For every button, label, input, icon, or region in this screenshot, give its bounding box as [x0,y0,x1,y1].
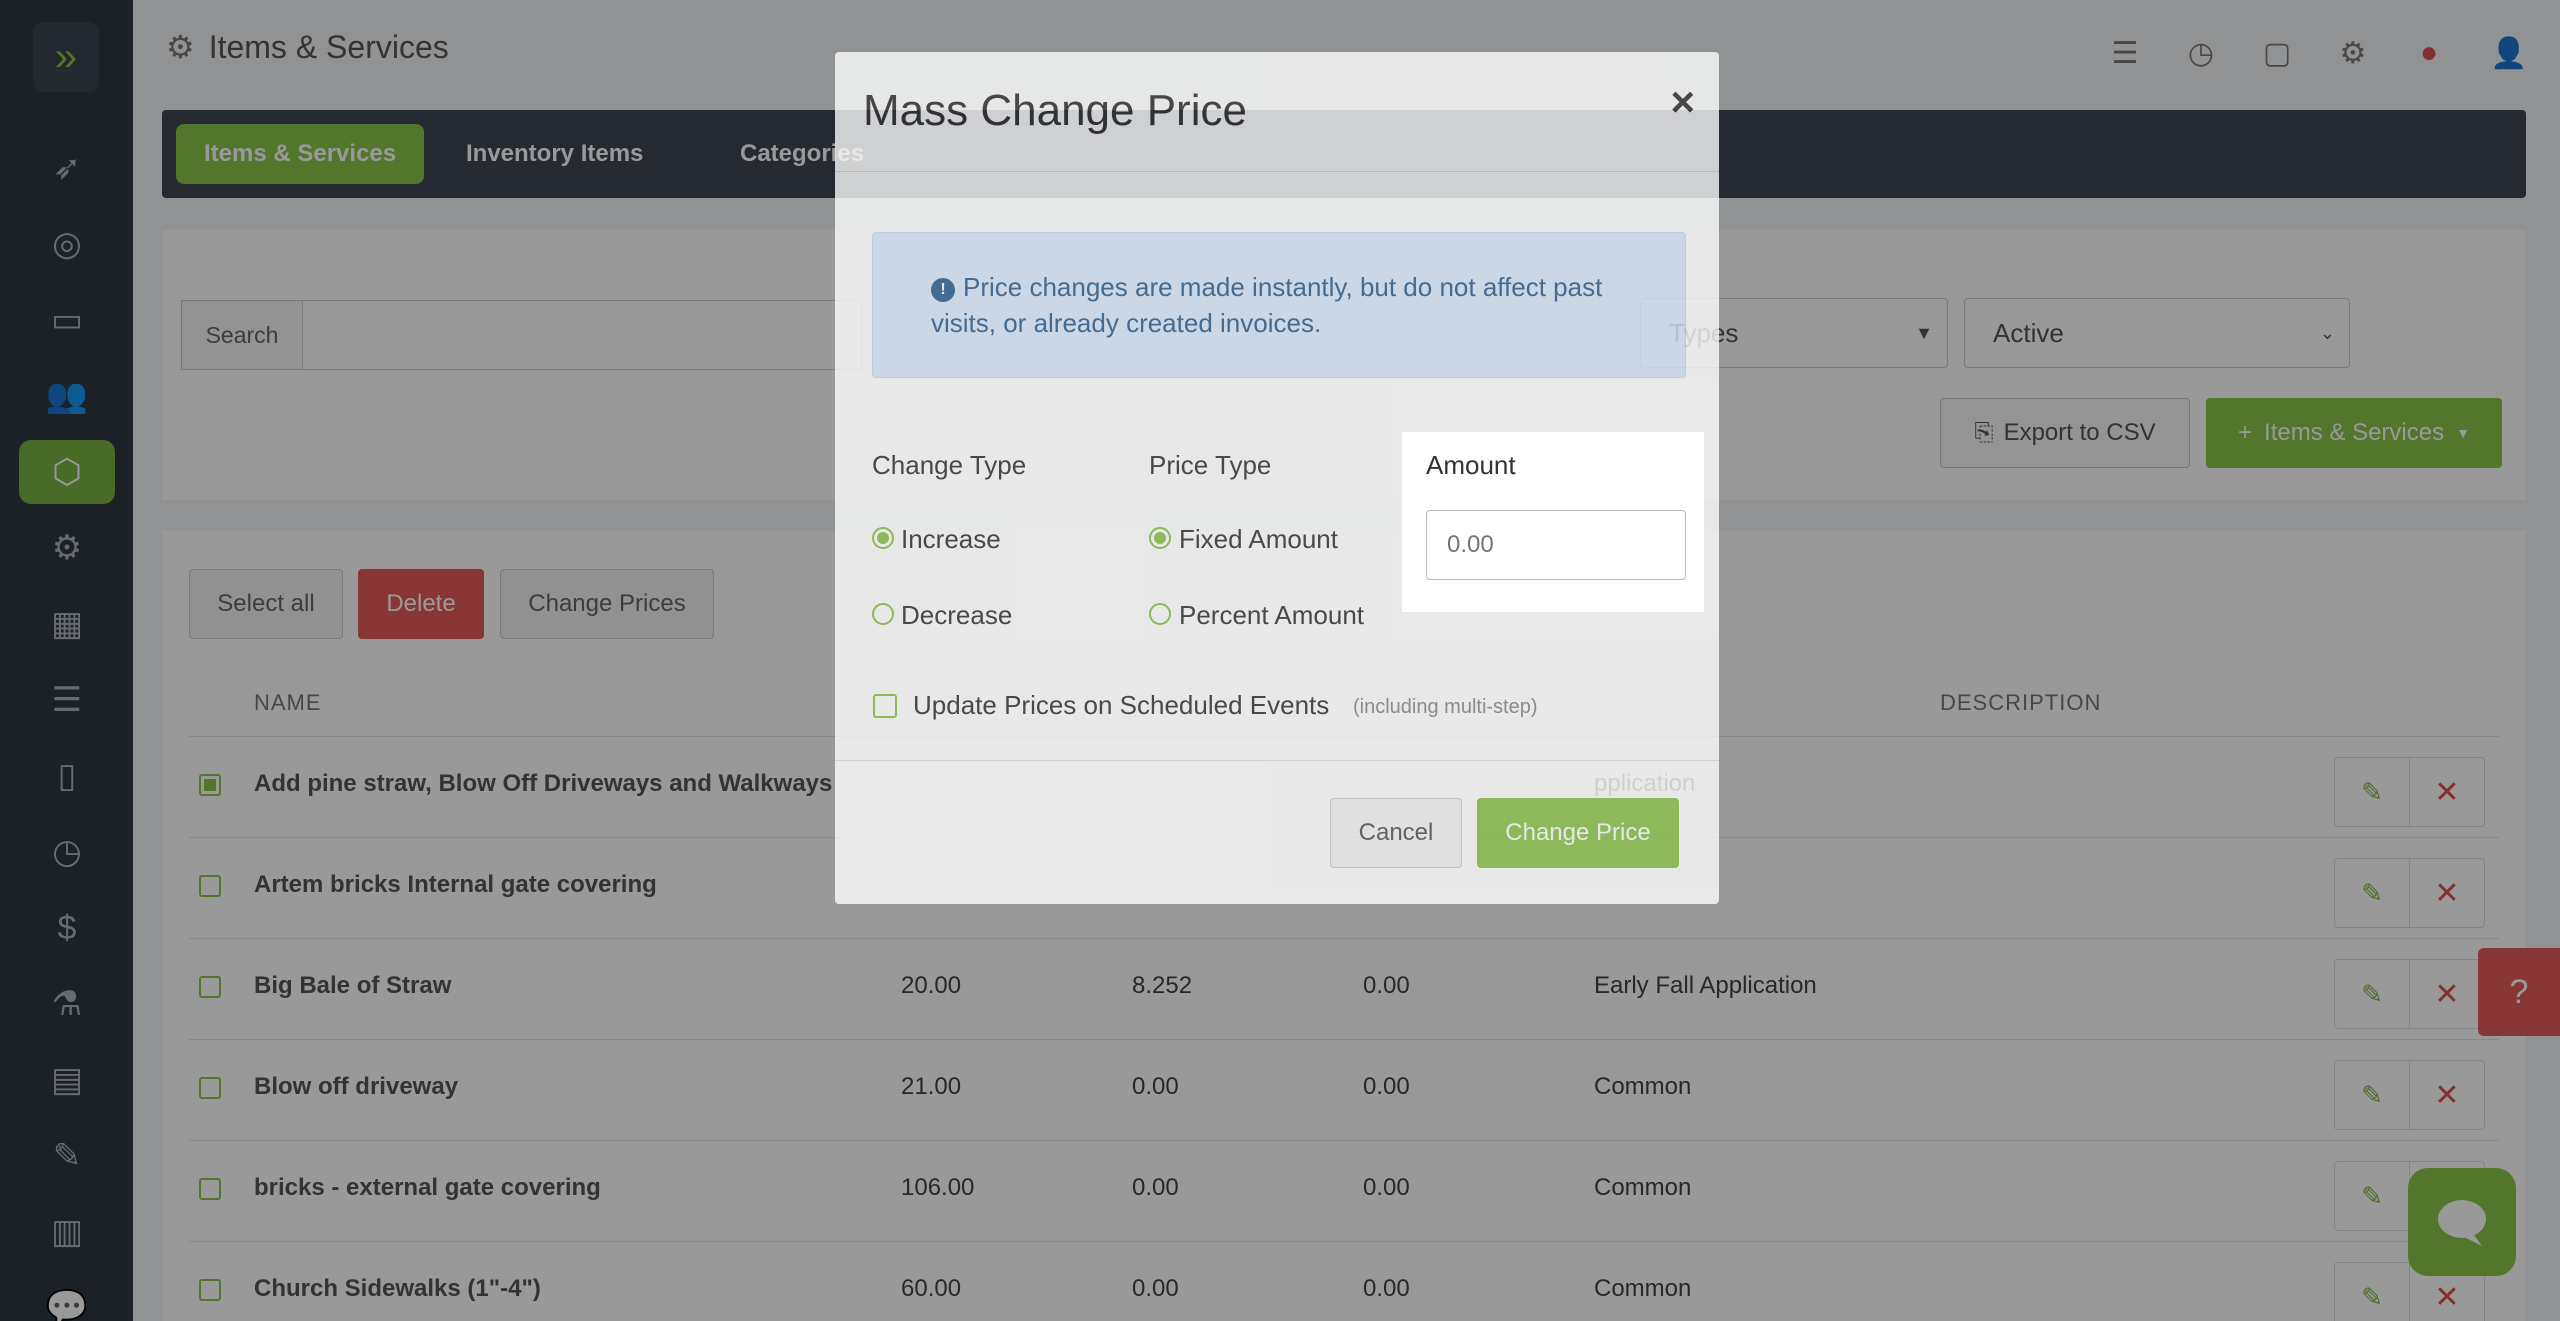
fixed-amount-label[interactable]: Fixed Amount [1179,524,1338,555]
fixed-amount-radio[interactable] [1149,527,1171,549]
decrease-label[interactable]: Decrease [901,600,1012,631]
divider [835,760,1719,761]
update-scheduled-label[interactable]: Update Prices on Scheduled Events [913,690,1329,721]
close-icon[interactable]: × [1670,78,1695,126]
amount-input[interactable] [1426,510,1686,580]
update-scheduled-checkbox[interactable] [873,694,897,718]
modal-title: Mass Change Price [863,86,1247,135]
change-price-button[interactable]: Change Price [1477,798,1679,868]
exclamation-circle-icon: ! [931,278,955,302]
price-type-label: Price Type [1149,450,1272,480]
cancel-button[interactable]: Cancel [1330,798,1462,868]
decrease-radio[interactable] [872,603,894,625]
amount-field-group: Amount [1402,432,1704,612]
change-type-label: Change Type [872,450,1027,480]
amount-label: Amount [1426,450,1516,480]
percent-amount-label[interactable]: Percent Amount [1179,600,1364,631]
percent-amount-radio[interactable] [1149,603,1171,625]
info-alert: ! Price changes are made instantly, but d… [872,232,1686,378]
increase-label[interactable]: Increase [901,524,1001,555]
update-scheduled-note: (including multi-step) [1353,696,1538,718]
modal-header: Mass Change Price × [835,52,1719,172]
increase-radio[interactable] [872,527,894,549]
